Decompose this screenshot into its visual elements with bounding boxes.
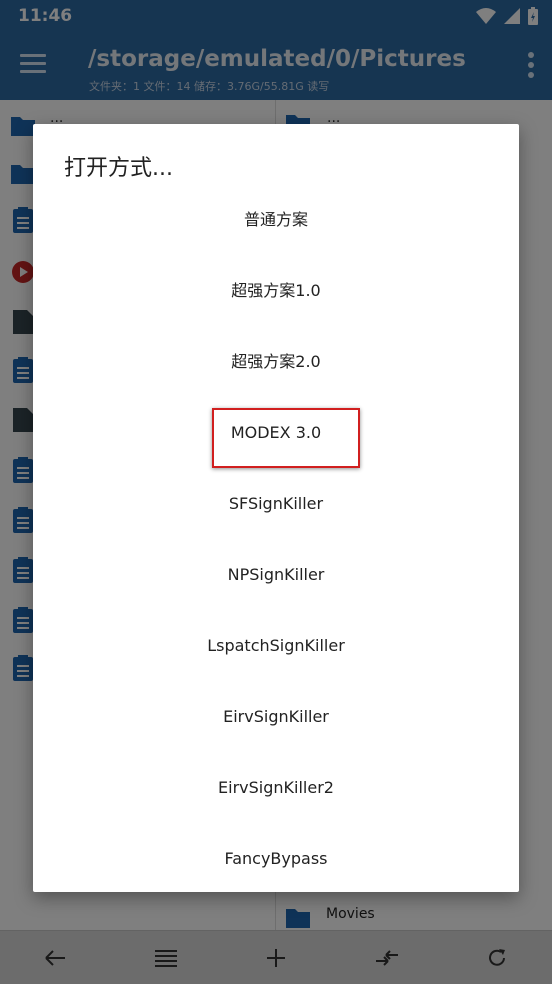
- option-super-2[interactable]: 超强方案2.0: [33, 326, 519, 397]
- dialog-title: 打开方式...: [64, 156, 173, 181]
- highlight-box: [212, 408, 360, 468]
- option-eirvsignkiller2[interactable]: EirvSignKiller2: [33, 752, 519, 823]
- option-eirvsignkiller[interactable]: EirvSignKiller: [33, 681, 519, 752]
- option-super-1[interactable]: 超强方案1.0: [33, 255, 519, 326]
- option-lspatchsignkiller[interactable]: LspatchSignKiller: [33, 610, 519, 681]
- option-npsignkiller[interactable]: NPSignKiller: [33, 539, 519, 610]
- option-fancybypass[interactable]: FancyBypass: [33, 823, 519, 894]
- option-sfsignkiller[interactable]: SFSignKiller: [33, 468, 519, 539]
- option-normal[interactable]: 普通方案: [33, 184, 519, 255]
- open-with-dialog: 打开方式... 普通方案 超强方案1.0 超强方案2.0 MODEX 3.0 S…: [33, 124, 519, 892]
